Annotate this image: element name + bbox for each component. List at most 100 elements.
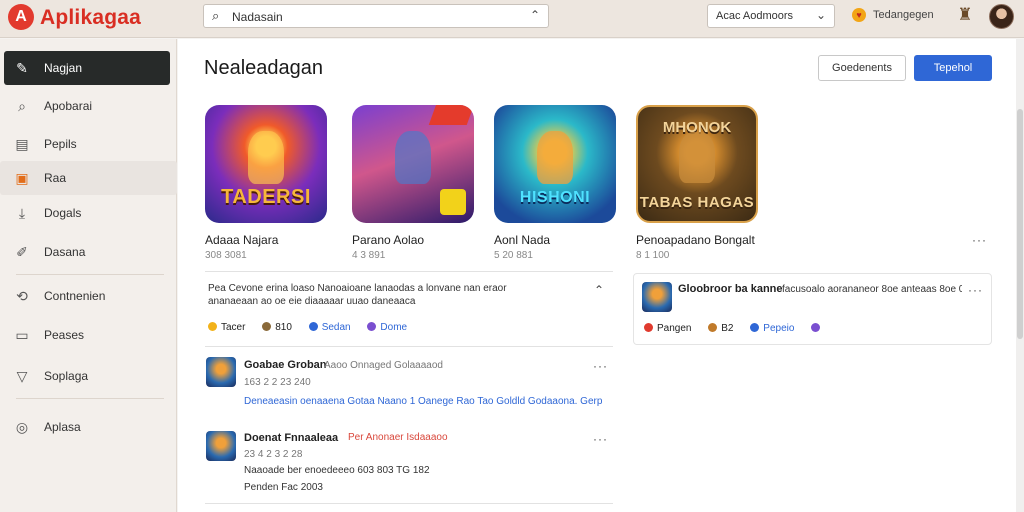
tag[interactable]: Pangen	[644, 323, 691, 334]
scrollbar-thumb[interactable]	[1017, 109, 1023, 339]
gear-icon	[308, 322, 318, 331]
app-name[interactable]: Adaaa Najara	[205, 233, 278, 247]
sidebar-item-label: Soplaga	[44, 369, 89, 383]
star-icon	[644, 323, 653, 332]
circle-icon	[367, 322, 377, 331]
sidebar-item-label: Raa	[44, 171, 67, 185]
game-character-image	[247, 130, 285, 185]
refresh-icon: ⟲	[16, 288, 28, 304]
card-title: Gloobroor ba kanne	[678, 283, 783, 295]
sidebar-item-soplaga[interactable]: ▽ Soplaga	[4, 359, 170, 393]
app-tile[interactable]: HISHONI	[494, 105, 616, 223]
sidebar-divider	[16, 274, 164, 275]
primary-button[interactable]: Tepehol	[914, 55, 992, 81]
chat-icon: ▭	[15, 327, 29, 343]
more-options-button[interactable]: ···	[593, 359, 608, 373]
divider	[205, 271, 613, 272]
sidebar-item-peases[interactable]: ▭ Peases	[4, 318, 170, 352]
list-item-subtitle: Per Anonaer Isdaaaoo	[348, 432, 448, 443]
app-name[interactable]: Parano Aolao	[352, 233, 424, 247]
tag-list: Pangen B2 Pepeio	[644, 323, 838, 334]
badge-icon[interactable]: ♥	[852, 8, 866, 22]
download-icon: ⤓	[18, 205, 26, 221]
tag[interactable]: Sedan	[308, 322, 351, 333]
app-card[interactable]: Gloobroor ba kanne facusoalo aorananeor …	[633, 273, 992, 345]
bot-icon[interactable]: ♜	[955, 5, 975, 27]
sidebar-item-dasana[interactable]: ✐ Dasana	[4, 235, 170, 269]
sidebar-item-aplasa[interactable]: ◎ Aplasa	[4, 410, 170, 444]
tile-title: HISHONI	[519, 189, 591, 206]
app-name[interactable]: Penoapadano Bongalt	[636, 233, 755, 247]
chevron-up-icon[interactable]: ⌃	[594, 283, 605, 297]
sidebar-item-label: Peases	[44, 328, 85, 342]
coin-icon	[208, 322, 217, 331]
app-name[interactable]: Aonl Nada	[494, 233, 550, 247]
tag[interactable]: 810	[262, 322, 292, 333]
sidebar-item-nagjan[interactable]: ✎ Nagjan	[4, 51, 170, 85]
divider	[205, 503, 613, 504]
list-item-detail: Naaoade ber enoedeeeo 603 803 TG 182	[244, 465, 430, 476]
scrollbar[interactable]	[1016, 39, 1024, 512]
sidebar-divider	[16, 398, 164, 399]
badge-icon	[440, 189, 466, 215]
sidebar-item-label: Dogals	[44, 206, 82, 220]
sidebar-item-label: Dasana	[44, 245, 86, 259]
sidebar: ✎ Nagjan ⌕ Apobarai ▤ Pepils ▣ Raa ⤓ Dog…	[0, 39, 177, 512]
sidebar-item-label: Apobarai	[44, 99, 93, 113]
list-item-links[interactable]: Deneaeasin oenaaena Gotaa Naano 1 Oanege…	[244, 395, 604, 408]
tag[interactable]	[811, 323, 824, 334]
sidebar-item-pepils[interactable]: ▤ Pepils	[4, 127, 170, 161]
sidebar-item-label: Nagjan	[44, 61, 83, 75]
avatar[interactable]	[989, 4, 1014, 29]
tag-list: Tacer 810 Sedan Dome	[208, 322, 421, 333]
app-tile[interactable]: MHONOK TABAS HAGAS	[636, 105, 758, 223]
sidebar-item-raa[interactable]: ▣ Raa	[0, 161, 177, 195]
app-logo-text[interactable]: Aplikagaa	[40, 6, 141, 30]
triangle-icon: ▽	[16, 368, 28, 384]
app-meta: 4 3 891	[352, 250, 386, 261]
chevron-up-icon[interactable]: ⌃	[530, 8, 540, 22]
corner-ribbon	[428, 105, 474, 125]
folder-icon: ▣	[15, 170, 29, 186]
list-item-subtitle: Aaoo Onnaged Golaaaaod	[324, 360, 443, 371]
circle-icon	[811, 323, 821, 332]
select-value: Acac Aodmoors	[716, 10, 794, 22]
secondary-button[interactable]: Goedenents	[818, 55, 906, 81]
list-item-title[interactable]: Goabae Groban	[244, 359, 327, 371]
sidebar-item-label: Aplasa	[44, 420, 81, 434]
search-icon: ⌕	[18, 98, 26, 114]
gear-icon	[750, 323, 760, 332]
tag[interactable]: Dome	[367, 322, 407, 333]
user-label[interactable]: Tedangegen	[873, 9, 934, 21]
list-item-meta: 23 4 2 3 2 28	[244, 449, 303, 460]
list-item-title[interactable]: Doenat Fnnaaleaa	[244, 432, 338, 444]
list-item-thumbnail	[206, 357, 236, 387]
star-icon	[708, 323, 718, 332]
sidebar-item-contnenien[interactable]: ⟲ Contnenien	[4, 279, 170, 313]
account-select[interactable]: Acac Aodmoors ⌄	[707, 4, 835, 28]
tile-title: TABAS HAGAS	[639, 194, 755, 211]
list-item-meta: 163 2 2 23 240	[244, 377, 311, 388]
tile-title: TADERSI	[221, 186, 311, 208]
search-input[interactable]: ⌕ Nadasain ⌃	[203, 4, 549, 28]
tag[interactable]: Pepeio	[750, 323, 794, 334]
sidebar-item-apobarai[interactable]: ⌕ Apobarai	[4, 89, 170, 123]
more-options-button[interactable]: ···	[968, 283, 983, 297]
description-text: Pea Cevone erina loaso Nanoaioane lanaod…	[208, 283, 507, 307]
app-logo-icon[interactable]: A	[8, 4, 34, 30]
sidebar-item-dogals[interactable]: ⤓ Dogals	[4, 196, 170, 230]
sidebar-item-label: Contnenien	[44, 289, 106, 303]
app-thumbnail	[642, 282, 672, 312]
top-bar: A Aplikagaa ⌕ Nadasain ⌃ Acac Aodmoors ⌄…	[0, 0, 1024, 38]
tag[interactable]: Tacer	[208, 322, 245, 333]
app-meta: 8 1 100	[636, 250, 670, 261]
tag[interactable]: B2	[708, 323, 734, 334]
list-item-detail: Penden Fac 2003	[244, 482, 323, 493]
more-options-button[interactable]: ···	[972, 233, 987, 247]
main-content: Nealeadagan Goedenents Tepehol TADERSI H…	[178, 39, 1016, 512]
search-icon: ⌕	[212, 8, 220, 23]
app-tile[interactable]: TADERSI	[205, 105, 327, 223]
app-tile[interactable]	[352, 105, 474, 223]
more-options-button[interactable]: ···	[593, 432, 608, 446]
app-meta: 5 20 881	[494, 250, 533, 261]
